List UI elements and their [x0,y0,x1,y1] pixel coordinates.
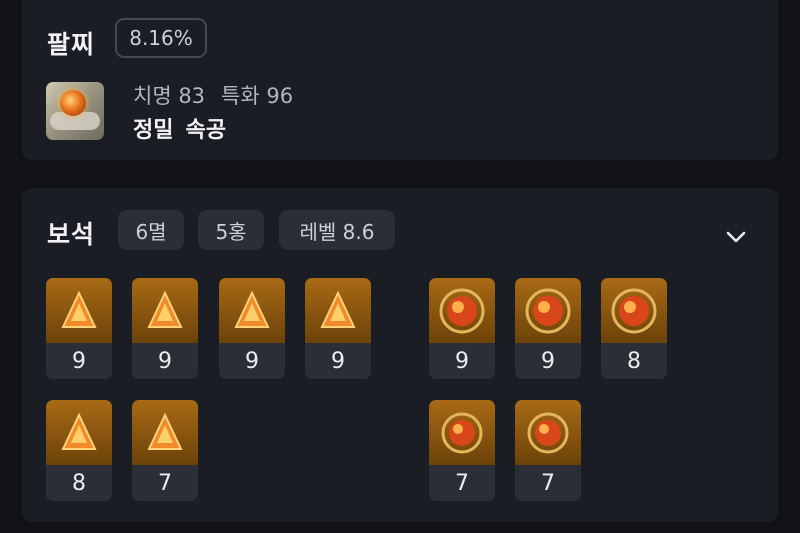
gems-card: 보석 6멸 5홍 레벨 8.6 9 9 9 9 8 7 9 9 8 7 7 [22,188,778,522]
gem-annihilation[interactable]: 7 [132,400,198,501]
engraving-swiftness: 속공 [185,118,226,143]
gem-level: 7 [455,470,469,496]
bracelet-stats: 치명 83 특화 96 [133,80,293,110]
gems-title: 보석 [47,220,96,249]
gem-crimson[interactable]: 7 [429,400,495,501]
bracelet-title: 팔찌 [47,30,96,59]
gem-annihilation[interactable]: 9 [132,278,198,379]
crimson-gem-icon [601,278,667,343]
bracelet-percent-badge: 8.16% [115,18,207,58]
annihilation-gem-icon [46,278,112,343]
gem-level: 9 [72,348,86,374]
bracelet-icon[interactable] [46,82,104,140]
gem-level: 7 [158,470,172,496]
annihilation-gem-icon [132,400,198,465]
stat-crit: 치명 83 [133,84,206,108]
gem-badge-annihilation: 6멸 [118,210,184,250]
stat-specialization: 특화 96 [221,84,294,108]
gem-level: 7 [541,470,555,496]
annihilation-gem-icon [132,278,198,343]
engraving-precision: 정밀 [133,118,174,143]
annihilation-gem-icon [305,278,371,343]
gem-annihilation[interactable]: 9 [219,278,285,379]
gem-annihilation[interactable]: 8 [46,400,112,501]
gem-badge-level: 레벨 8.6 [279,210,395,250]
bracelet-card: 팔찌 8.16% 치명 83 특화 96 정밀 속공 [22,0,778,160]
crimson-gem-icon [515,278,581,343]
gem-crimson[interactable]: 7 [515,400,581,501]
gem-level: 9 [245,348,259,374]
annihilation-gem-icon [219,278,285,343]
bracelet-engravings: 정밀 속공 [133,112,226,144]
gem-level: 9 [455,348,469,374]
gem-level: 9 [158,348,172,374]
crimson-gem-icon [429,278,495,343]
gem-crimson[interactable]: 8 [601,278,667,379]
gem-crimson[interactable]: 9 [429,278,495,379]
gem-annihilation[interactable]: 9 [305,278,371,379]
annihilation-gem-icon [46,400,112,465]
crimson-gem-icon [515,400,581,465]
gem-crimson[interactable]: 9 [515,278,581,379]
gem-badge-crimson: 5홍 [198,210,264,250]
gem-level: 8 [627,348,641,374]
crimson-gem-icon [429,400,495,465]
gem-annihilation[interactable]: 9 [46,278,112,379]
gem-level: 9 [331,348,345,374]
gem-level: 9 [541,348,555,374]
gem-level: 8 [72,470,86,496]
chevron-down-icon[interactable] [723,224,749,250]
